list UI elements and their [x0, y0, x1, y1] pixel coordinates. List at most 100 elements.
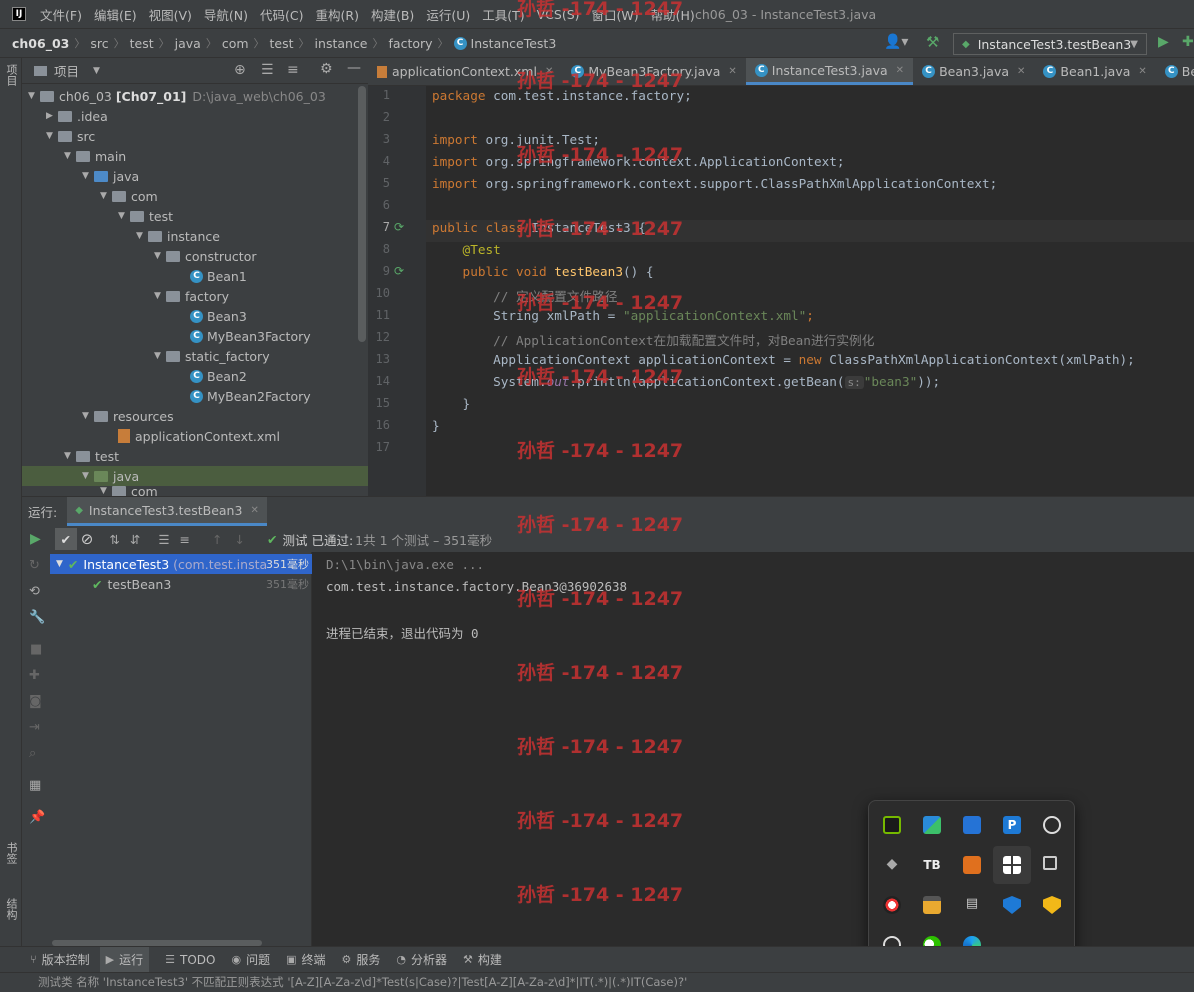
show-ignored-icon[interactable]: ⊘	[81, 530, 94, 548]
code-line-9[interactable]: public void testBean3() {	[432, 264, 654, 279]
sort-duration-icon[interactable]: ⇵	[130, 532, 140, 547]
collapse-all-icon[interactable]: ≡	[287, 62, 299, 78]
remote-desktop-icon[interactable]	[963, 816, 981, 834]
tree-node-idea[interactable]: ▶ .idea	[46, 106, 108, 126]
debug-icon[interactable]: ✚	[29, 668, 40, 683]
breadcrumb-item[interactable]: test	[270, 36, 294, 51]
sublime-icon[interactable]	[963, 856, 981, 874]
tree-node-instance[interactable]: ▼ instance	[136, 226, 220, 246]
diamond-icon[interactable]: ◆	[883, 856, 901, 874]
tree-node-java[interactable]: ▼ java	[82, 166, 139, 186]
breadcrumb-item[interactable]: instance	[315, 36, 368, 51]
menu-edit[interactable]: 编辑(E)	[88, 5, 143, 24]
meeting-icon[interactable]: ▤	[963, 896, 981, 914]
breadcrumb-item[interactable]: test	[130, 36, 154, 51]
menu-code[interactable]: 代码(C)	[254, 5, 309, 24]
tree-node-src[interactable]: ▼ src	[46, 126, 95, 146]
locate-icon[interactable]: ⊕	[234, 62, 246, 78]
code-line-15[interactable]: }	[432, 396, 471, 411]
tree-node-factory[interactable]: ▼ factory	[154, 286, 229, 306]
code-line-1[interactable]: package com.test.instance.factory;	[432, 88, 692, 103]
expand-all-icon[interactable]: ☰	[158, 532, 169, 547]
tool-services[interactable]: ⚙ 服务	[342, 951, 381, 968]
qq-icon[interactable]	[883, 896, 901, 914]
run-test-gutter-icon[interactable]: ⟳	[394, 220, 404, 234]
user-icon[interactable]: 👤▾	[884, 34, 908, 50]
windows-app-icon[interactable]	[1003, 856, 1021, 874]
code-line-14[interactable]: System.out.println(applicationContext.ge…	[432, 374, 940, 389]
menu-file[interactable]: 文件(F)	[34, 5, 88, 24]
p-app-icon[interactable]: P	[1003, 816, 1021, 834]
gear-icon[interactable]: ⚙	[320, 61, 333, 77]
tree-node-bean2[interactable]: C Bean2	[190, 366, 247, 386]
menu-window[interactable]: 窗口(W)	[586, 5, 645, 24]
breadcrumb-root[interactable]: ch06_03	[12, 36, 69, 51]
sort-alpha-icon[interactable]: ⇅	[109, 532, 119, 547]
tab-mybean3factory[interactable]: C MyBean3Factory.java ✕	[562, 58, 745, 85]
tab-bean1[interactable]: C Bean1.java ✕	[1034, 58, 1155, 85]
breadcrumb-item[interactable]: java	[175, 36, 201, 51]
tb-icon[interactable]: TB	[923, 856, 941, 874]
menu-refactor[interactable]: 重构(R)	[310, 5, 365, 24]
structure-tool-tab[interactable]: 结构	[3, 898, 19, 920]
tab-bean3[interactable]: C Bean3.java ✕	[913, 58, 1034, 85]
code-line-7[interactable]: public class InstanceTest3 {	[432, 220, 646, 235]
tab-applicationcontext-xml[interactable]: applicationContext.xml ✕	[368, 58, 562, 85]
tree-node-constructor[interactable]: ▼ constructor	[154, 246, 256, 266]
collapse-all-icon[interactable]: ≡	[180, 532, 190, 547]
tool-todo[interactable]: ☰ TODO	[165, 953, 215, 967]
tool-terminal[interactable]: ▣ 终端	[286, 951, 325, 968]
security-shield-icon[interactable]	[1043, 896, 1061, 914]
run-config-selector[interactable]: ◆ InstanceTest3.testBean3 ▼	[953, 33, 1147, 55]
project-tool-tab[interactable]: 项目	[3, 64, 19, 86]
tree-node-mybean3factory[interactable]: C MyBean3Factory	[190, 326, 311, 346]
wrench-icon[interactable]: 🔧	[29, 610, 45, 625]
tree-node-bean3[interactable]: C Bean3	[190, 306, 247, 326]
tool-profiler[interactable]: ◔ 分析器	[396, 951, 447, 968]
code-line-13[interactable]: ApplicationContext applicationContext = …	[432, 352, 1135, 367]
debug-icon[interactable]: ✚	[1182, 34, 1194, 50]
code-line-11[interactable]: String xmlPath = "applicationContext.xml…	[432, 308, 814, 323]
menu-tools[interactable]: 工具(T)	[476, 5, 530, 24]
tool-problems[interactable]: ◉ 问题	[231, 951, 270, 968]
menu-help[interactable]: 帮助(H)	[645, 5, 701, 24]
tool-version-control[interactable]: ⑂ 版本控制	[30, 951, 90, 968]
tree-node-test-java[interactable]: ▼ java	[22, 466, 368, 486]
tree-node-com[interactable]: ▼ com	[100, 186, 158, 206]
previous-icon[interactable]: ↑	[212, 532, 222, 547]
run-icon[interactable]: ▶	[1158, 34, 1169, 50]
menu-view[interactable]: 视图(V)	[143, 5, 198, 24]
next-icon[interactable]: ↓	[235, 532, 245, 547]
code-line-10[interactable]: // 定义配置文件路径	[432, 286, 617, 305]
code-line-4[interactable]: import org.springframework.context.Appli…	[432, 154, 845, 169]
test-node-method[interactable]: ✔ testBean3 351毫秒	[50, 574, 312, 594]
bookmarks-tool-tab[interactable]: 书签	[3, 842, 19, 864]
tree-node-mybean2factory[interactable]: C MyBean2Factory	[190, 386, 311, 406]
code-line-3[interactable]: import org.junit.Test;	[432, 132, 600, 147]
code-line-8[interactable]: @Test	[432, 242, 501, 257]
tree-node-test-root[interactable]: ▼ test	[64, 446, 119, 466]
tree-node-applicationcontext-xml[interactable]: applicationContext.xml	[118, 426, 280, 446]
breadcrumb-item[interactable]: com	[222, 36, 249, 51]
tree-node-resources[interactable]: ▼ resources	[82, 406, 174, 426]
export-icon[interactable]: ⇥	[29, 720, 40, 735]
tool-run[interactable]: ▶ 运行	[99, 947, 150, 972]
minimize-icon[interactable]: —	[347, 60, 361, 76]
tree-node-main[interactable]: ▼ main	[64, 146, 126, 166]
test-node-class[interactable]: ▼ ✔ InstanceTest3 (com.test.instan 351毫秒	[50, 554, 312, 574]
run-test-gutter-icon[interactable]: ⟳	[394, 264, 404, 278]
menu-build[interactable]: 构建(B)	[365, 5, 420, 24]
breadcrumb-item[interactable]: src	[90, 36, 108, 51]
tab-instancetest3[interactable]: C InstanceTest3.java ✕	[745, 58, 914, 85]
stop-icon[interactable]: ■	[30, 642, 42, 657]
tree-node-test[interactable]: ▼ test	[118, 206, 173, 226]
menu-run[interactable]: 运行(U)	[420, 5, 476, 24]
window-icon[interactable]	[923, 896, 941, 914]
run-tab[interactable]: ◆ InstanceTest3.testBean3 ✕	[67, 497, 267, 526]
copy-icon[interactable]	[1043, 856, 1057, 870]
menu-vcs[interactable]: VCS(S)	[531, 7, 586, 22]
menu-navigate[interactable]: 导航(N)	[198, 5, 254, 24]
chevron-down-icon[interactable]: ▼	[93, 66, 100, 76]
tree-node-static-factory[interactable]: ▼ static_factory	[154, 346, 270, 366]
toggle-auto-test-icon[interactable]: ⟲	[29, 584, 40, 599]
